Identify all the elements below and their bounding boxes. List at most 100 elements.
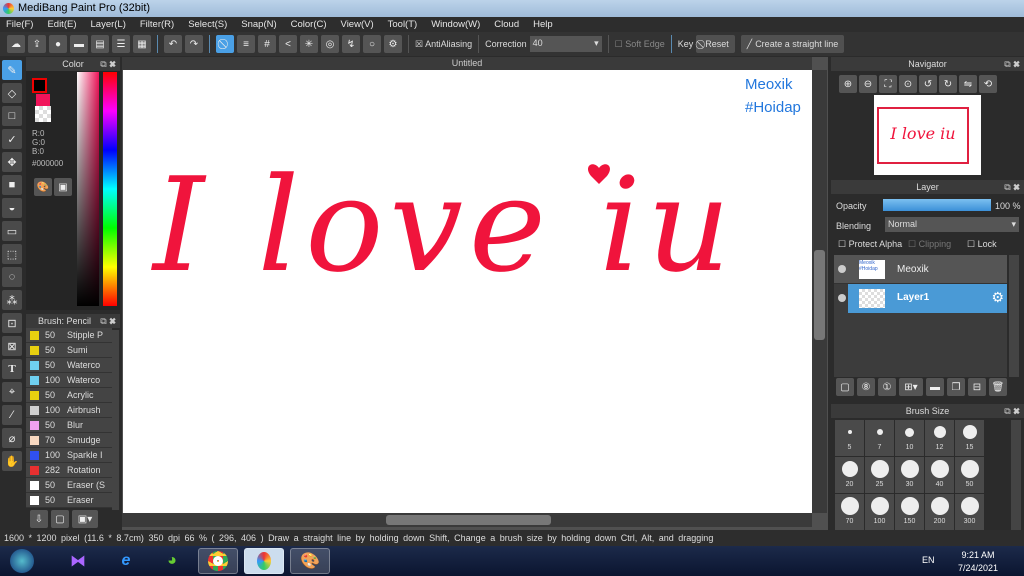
menu-select[interactable]: Select(S)	[188, 17, 227, 32]
hue-slider[interactable]	[103, 72, 117, 306]
brush-size-option[interactable]: 15	[955, 420, 984, 456]
zoom-in-icon[interactable]: ⊕	[839, 75, 857, 93]
duplicate-layer-icon[interactable]: ❐	[947, 378, 965, 396]
menu-tool[interactable]: Tool(T)	[388, 17, 418, 32]
undo-icon[interactable]: ↶	[164, 35, 182, 53]
brush-size-option[interactable]: 30	[895, 457, 924, 493]
brush-size-option[interactable]: 7	[865, 420, 894, 456]
saturation-value-picker[interactable]	[77, 72, 99, 306]
close-icon[interactable]: ⧉ ✖	[1004, 57, 1020, 71]
new-layer-icon[interactable]: ▢	[836, 378, 854, 396]
message-icon[interactable]: ▬	[70, 35, 88, 53]
transparent-color-swatch[interactable]	[35, 106, 51, 122]
eraser-tool-icon[interactable]: ◇	[2, 83, 22, 103]
document-icon[interactable]: ▤	[91, 35, 109, 53]
actual-size-icon[interactable]: ⊙	[899, 75, 917, 93]
bucket-tool-icon[interactable]: ◒	[2, 198, 22, 218]
brush-size-option[interactable]: 25	[865, 457, 894, 493]
gear-icon[interactable]: ⚙	[991, 289, 1004, 306]
magic-wand-tool-icon[interactable]: ⁂	[2, 290, 22, 310]
text-tool-icon[interactable]: T	[2, 359, 22, 379]
grid-icon[interactable]: ▦	[133, 35, 151, 53]
internet-explorer-icon[interactable]: e	[106, 548, 146, 574]
drawing-canvas[interactable]: I love iu Meoxik #Hoidap	[123, 70, 812, 513]
select-eraser-tool-icon[interactable]: ⊠	[2, 336, 22, 356]
brush-list-item[interactable]: 50 Blur	[26, 418, 112, 433]
brush-list-item[interactable]: 50 Eraser (S	[26, 478, 112, 493]
fit-icon[interactable]: ⛶	[879, 75, 897, 93]
navigator-preview[interactable]: I love iu	[874, 95, 981, 175]
brush-list-item[interactable]: 282 Rotation	[26, 463, 112, 478]
brush-list-item[interactable]: 50 Eraser	[26, 493, 112, 508]
reset-view-icon[interactable]: ⟲	[979, 75, 997, 93]
menu-snap[interactable]: Snap(N)	[241, 17, 276, 32]
add-layer-dropdown-icon[interactable]: ⊞▾	[899, 378, 923, 396]
clipping-checkbox[interactable]: ☐ Clipping	[908, 239, 951, 250]
palette-edit-icon[interactable]: ▣	[54, 178, 72, 196]
brush-list-item[interactable]: 100 Airbrush	[26, 403, 112, 418]
protect-alpha-checkbox[interactable]: ☐ Protect Alpha	[838, 239, 902, 250]
rotate-left-icon[interactable]: ↺	[919, 75, 937, 93]
brush-list-item[interactable]: 100 Waterco	[26, 373, 112, 388]
parallel-snap-icon[interactable]: ≡	[237, 35, 255, 53]
grid-snap-icon[interactable]: #	[258, 35, 276, 53]
folder-icon[interactable]: ▬	[926, 378, 944, 396]
delete-layer-icon[interactable]: 🗑	[989, 378, 1007, 396]
cloud-download-icon[interactable]: ⇩	[30, 510, 48, 528]
document-tab[interactable]: Untitled	[122, 57, 812, 70]
close-icon[interactable]: ⧉ ✖	[1004, 404, 1020, 418]
add-brush-dropdown-icon[interactable]: ▣▾	[72, 510, 98, 528]
brush-size-scrollbar[interactable]	[1011, 420, 1021, 530]
menu-layer[interactable]: Layer(L)	[91, 17, 126, 32]
horizontal-scroll-thumb[interactable]	[386, 515, 551, 525]
rotate-right-icon[interactable]: ↻	[939, 75, 957, 93]
hand-tool-icon[interactable]: ✋	[2, 451, 22, 471]
reset-button[interactable]: ⃠Reset	[696, 35, 735, 53]
list-icon[interactable]: ☰	[112, 35, 130, 53]
layer-list-scrollbar[interactable]	[1009, 255, 1019, 377]
radial-snap-icon[interactable]: ✳	[300, 35, 318, 53]
soft-edge-checkbox[interactable]: ☐ Soft Edge	[615, 39, 665, 50]
visibility-icon[interactable]	[838, 294, 846, 302]
curve-snap-icon[interactable]: ↯	[342, 35, 360, 53]
divide-tool-icon[interactable]: ⁄	[2, 405, 22, 425]
primary-color-swatch[interactable]	[32, 78, 47, 93]
brush-size-option[interactable]: 50	[955, 457, 984, 493]
clock[interactable]: 9:21 AM 7/24/2021	[958, 549, 998, 575]
brush-size-option[interactable]: 20	[835, 457, 864, 493]
antialiasing-checkbox[interactable]: ☒ AntiAliasing	[415, 39, 472, 50]
brush-size-option[interactable]: 300	[955, 494, 984, 530]
horizontal-scrollbar[interactable]	[122, 513, 812, 527]
brush-list-item[interactable]: 70 Smudge	[26, 433, 112, 448]
close-icon[interactable]: ⧉ ✖	[100, 57, 116, 71]
menu-window[interactable]: Window(W)	[431, 17, 480, 32]
merge-layer-icon[interactable]: ⊟	[968, 378, 986, 396]
brush-size-option[interactable]: 12	[925, 420, 954, 456]
create-straight-line-button[interactable]: ╱ Create a straight line	[740, 35, 845, 53]
gradient-tool-icon[interactable]: ▭	[2, 221, 22, 241]
concentric-snap-icon[interactable]: ◎	[321, 35, 339, 53]
coccoc-browser-icon[interactable]: ◕	[152, 548, 192, 574]
menu-file[interactable]: File(F)	[6, 17, 33, 32]
close-icon[interactable]: ⧉ ✖	[1004, 180, 1020, 194]
menu-color[interactable]: Color(C)	[291, 17, 327, 32]
brush-list-item[interactable]: 50 Acrylic	[26, 388, 112, 403]
layer-row[interactable]: Meoxik #Hoidap Meoxik	[834, 255, 1007, 284]
layer-row[interactable]: Layer1 ⚙	[834, 284, 1007, 313]
brush-list-item[interactable]: 50 Waterco	[26, 358, 112, 373]
vertical-scrollbar[interactable]	[812, 70, 827, 513]
menu-edit[interactable]: Edit(E)	[47, 17, 76, 32]
lasso-tool-icon[interactable]: ◌	[2, 267, 22, 287]
move-tool-icon[interactable]: ✥	[2, 152, 22, 172]
redo-icon[interactable]: ↷	[185, 35, 203, 53]
select-rect-tool-icon[interactable]: ⬚	[2, 244, 22, 264]
lock-checkbox[interactable]: ☐ Lock	[967, 239, 997, 250]
blending-select[interactable]: Normal ▾	[885, 217, 1019, 232]
brush-size-option[interactable]: 5	[835, 420, 864, 456]
operation-tool-icon[interactable]: ⌖	[2, 382, 22, 402]
share-icon[interactable]: ⇪	[28, 35, 46, 53]
correction-select[interactable]: 40 ▾	[529, 36, 602, 52]
opacity-slider[interactable]	[883, 199, 991, 211]
menu-help[interactable]: Help	[533, 17, 553, 32]
language-indicator[interactable]: EN	[922, 555, 935, 565]
